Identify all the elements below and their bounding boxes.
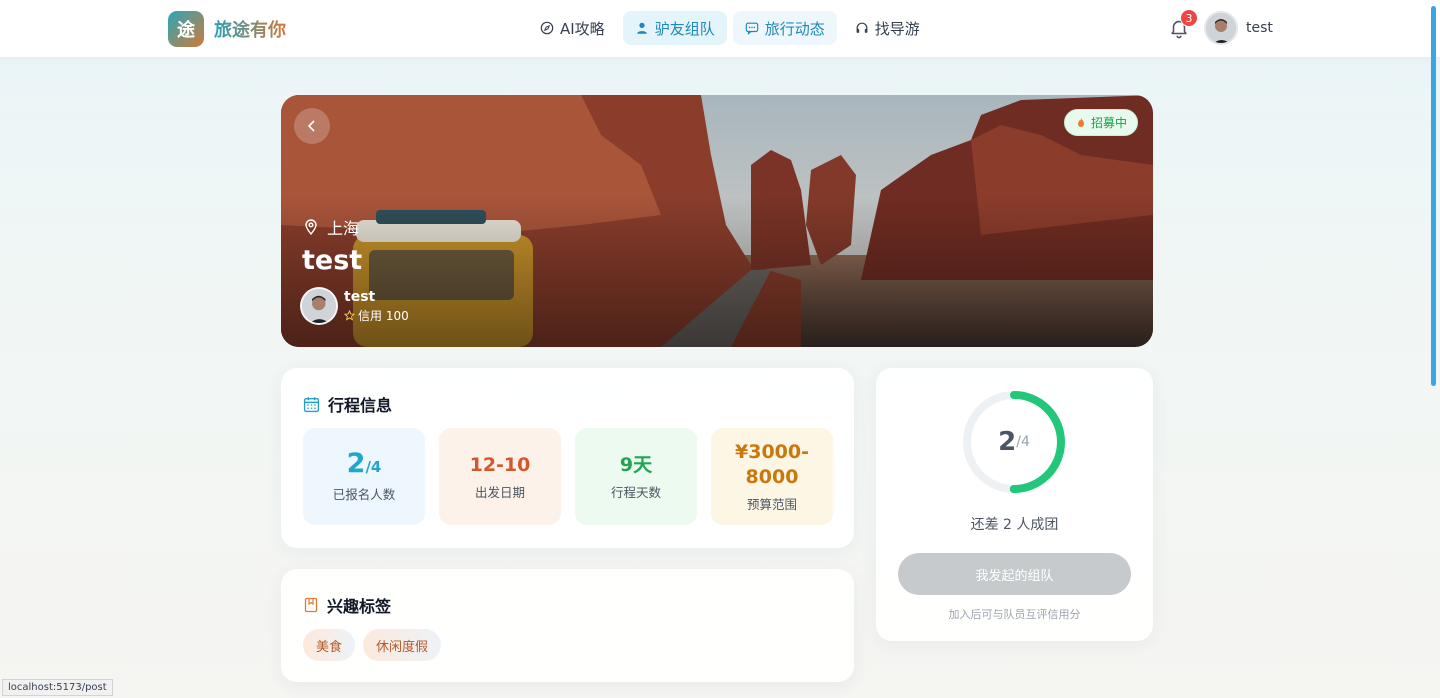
fire-icon bbox=[1077, 117, 1084, 127]
stat-label: 预算范围 bbox=[746, 497, 797, 512]
main-nav: AI攻略 驴友组队 旅行动态 找导游 bbox=[528, 11, 932, 45]
stat-value: 12-10 bbox=[469, 453, 531, 476]
brand-logo: 途 bbox=[168, 11, 204, 47]
compass-icon bbox=[540, 21, 554, 35]
join-hint: 加入后可与队员互评信用分 bbox=[948, 608, 1081, 621]
remaining-text: 还差 2 人成团 bbox=[970, 517, 1059, 533]
location-text: 上海 bbox=[327, 219, 360, 238]
stat-label: 已报名人数 bbox=[332, 486, 396, 502]
credit-text: 信用 100 bbox=[358, 308, 409, 323]
nav-ai-guide[interactable]: AI攻略 bbox=[528, 11, 617, 45]
card-title: 行程信息 bbox=[303, 392, 392, 416]
nav-label: 驴友组队 bbox=[654, 19, 715, 38]
status-text: 招募中 bbox=[1090, 116, 1127, 130]
total-count: /4 bbox=[1016, 434, 1030, 450]
nav-label: AI攻略 bbox=[560, 19, 605, 38]
top-navbar: 途 旅途有你 AI攻略 驴友组队 旅行动态 找导游 3 test bbox=[0, 0, 1440, 386]
organizer-credit: 信用 100 bbox=[344, 307, 409, 324]
cover-image bbox=[281, 95, 1153, 347]
progress-label: 2/4 bbox=[960, 388, 1068, 496]
hero-banner: 招募中 上海 test test 信用 100 bbox=[281, 95, 1153, 347]
trip-stats: 2/4 已报名人数 12-10 出发日期 9天 行程天数 ¥3000-8000 … bbox=[303, 428, 833, 525]
joined-count: 2 bbox=[998, 427, 1017, 457]
organizer-name: test bbox=[344, 288, 376, 305]
trip-title: test bbox=[302, 245, 363, 276]
tag[interactable]: 休闲度假 bbox=[363, 629, 442, 661]
chevron-left-icon bbox=[307, 120, 315, 132]
nav-find-guide[interactable]: 找导游 bbox=[843, 11, 932, 45]
location: 上海 bbox=[303, 215, 359, 239]
tag[interactable]: 美食 bbox=[303, 629, 356, 661]
nav-label: 旅行动态 bbox=[764, 19, 825, 38]
nav-label: 找导游 bbox=[874, 19, 920, 38]
stat-budget: ¥3000-8000 预算范围 bbox=[711, 428, 833, 525]
back-button[interactable] bbox=[294, 108, 330, 144]
card-title-text: 兴趣标签 bbox=[327, 597, 392, 616]
card-title: 兴趣标签 bbox=[303, 593, 391, 617]
user-menu[interactable]: test bbox=[1204, 11, 1273, 45]
bookmark-icon bbox=[304, 597, 318, 613]
brand[interactable]: 途 旅途有你 bbox=[168, 11, 286, 47]
map-pin-icon bbox=[305, 219, 317, 235]
stat-duration: 9天 行程天数 bbox=[575, 428, 697, 525]
stat-value: ¥3000-8000 bbox=[735, 441, 809, 488]
browser-status-bar: localhost:5173/post bbox=[2, 679, 113, 696]
status-badge: 招募中 bbox=[1063, 109, 1138, 136]
calendar-icon bbox=[303, 396, 320, 412]
stat-value: 2 bbox=[346, 447, 366, 479]
avatar bbox=[300, 287, 338, 325]
user-name: test bbox=[1246, 20, 1273, 36]
message-icon bbox=[745, 22, 758, 35]
tag-list: 美食 休闲度假 bbox=[303, 629, 442, 661]
stat-value: 9天 bbox=[619, 453, 653, 476]
nav-team-up[interactable]: 驴友组队 bbox=[622, 11, 727, 45]
stat-suffix: /4 bbox=[365, 457, 382, 476]
user-icon bbox=[636, 22, 647, 34]
scrollbar[interactable] bbox=[1431, 6, 1436, 386]
headset-icon bbox=[856, 22, 868, 33]
nav-travel-feed[interactable]: 旅行动态 bbox=[732, 11, 837, 45]
notification-badge: 3 bbox=[1180, 9, 1198, 27]
star-icon bbox=[344, 309, 355, 321]
avatar bbox=[1204, 11, 1238, 45]
stat-departure-date: 12-10 出发日期 bbox=[439, 428, 561, 525]
interests-card: 兴趣标签 美食 休闲度假 bbox=[281, 569, 854, 682]
brand-name: 旅途有你 bbox=[214, 16, 286, 42]
stat-label: 行程天数 bbox=[610, 484, 661, 500]
team-progress-card: 2/4 还差 2 人成团 我发起的组队 加入后可与队员互评信用分 bbox=[876, 368, 1153, 641]
my-team-button[interactable]: 我发起的组队 bbox=[898, 553, 1131, 595]
organizer[interactable]: test 信用 100 bbox=[300, 287, 409, 325]
stat-joined: 2/4 已报名人数 bbox=[303, 428, 425, 525]
card-title-text: 行程信息 bbox=[328, 396, 393, 415]
trip-info-card: 行程信息 2/4 已报名人数 12-10 出发日期 9天 行程天数 ¥3000-… bbox=[281, 368, 854, 548]
stat-label: 出发日期 bbox=[474, 484, 525, 500]
